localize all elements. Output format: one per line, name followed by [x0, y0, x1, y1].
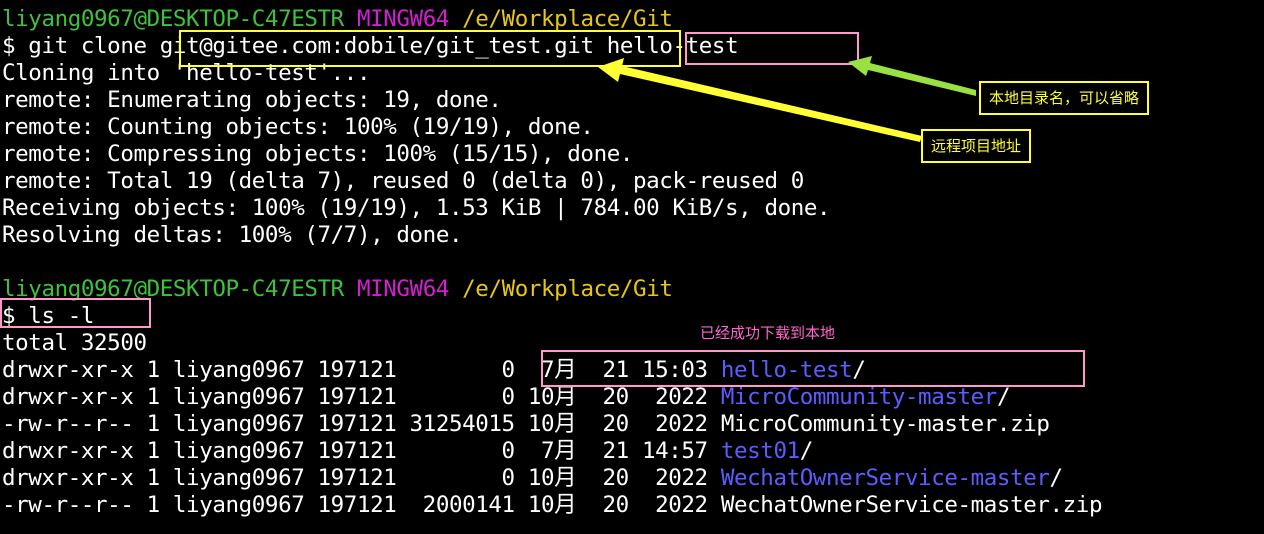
- listing-row: -rw-r--r-- 1 liyang0967 197121 2000141 1…: [2, 492, 1264, 519]
- command-line: $ ls -l: [2, 303, 95, 329]
- listing-name: WechatOwnerService-master: [720, 465, 1050, 491]
- prompt-path: /e/Workplace/Git: [462, 6, 673, 32]
- listing-suffix: /: [996, 384, 1011, 410]
- prompt-env: MINGW64: [356, 276, 449, 302]
- listing-meta: drwxr-xr-x 1 liyang0967 197121 0 10月 20 …: [2, 465, 721, 491]
- download-success-note: 已经成功下载到本地: [700, 324, 836, 342]
- output-line: Resolving deltas: 100% (7/7), done.: [2, 222, 463, 248]
- listing-meta: -rw-r--r-- 1 liyang0967 197121 31254015 …: [2, 411, 721, 437]
- prompt-line: liyang0967@DESKTOP-C47ESTR MINGW64 /e/Wo…: [2, 276, 1264, 303]
- listing-name: WechatOwnerService-master.zip: [720, 492, 1103, 518]
- output-line: remote: Total 19 (delta 7), reused 0 (de…: [2, 168, 804, 194]
- listing-row: drwxr-xr-x 1 liyang0967 197121 0 10月 20 …: [2, 465, 1264, 492]
- listing-meta: drwxr-xr-x 1 liyang0967 197121 0 7月 21 1…: [2, 438, 721, 464]
- listing-row: -rw-r--r-- 1 liyang0967 197121 31254015 …: [2, 411, 1264, 438]
- listing-meta: -rw-r--r-- 1 liyang0967 197121 2000141 1…: [2, 492, 721, 518]
- listing-row: drwxr-xr-x 1 liyang0967 197121 0 7月 21 1…: [2, 438, 1264, 465]
- prompt-line: liyang0967@DESKTOP-C47ESTR MINGW64 /e/Wo…: [2, 6, 1264, 33]
- prompt-user-host: liyang0967@DESKTOP-C47ESTR: [2, 6, 344, 32]
- hello-test-row-highlight-box: [541, 350, 1085, 387]
- output-line: remote: Compressing objects: 100% (15/15…: [2, 141, 634, 167]
- listing-suffix: /: [799, 438, 814, 464]
- repo-url-highlight-box: [179, 30, 681, 67]
- local-dir-callout: 本地目录名，可以省略: [979, 81, 1150, 115]
- listing-name: test01: [720, 438, 800, 464]
- target-dir-highlight-box: [685, 32, 859, 65]
- remote-addr-callout: 远程项目地址: [921, 129, 1032, 163]
- listing-row: drwxr-xr-x 1 liyang0967 197121 0 10月 20 …: [2, 384, 1264, 411]
- output-line: remote: Counting objects: 100% (19/19), …: [2, 114, 594, 140]
- listing-name: MicroCommunity-master: [720, 384, 997, 410]
- listing-name: MicroCommunity-master.zip: [720, 411, 1050, 437]
- output-line: Receiving objects: 100% (19/19), 1.53 Ki…: [2, 195, 831, 221]
- prompt-path: /e/Workplace/Git: [462, 276, 673, 302]
- ls-command-highlight-box: [0, 298, 151, 328]
- listing-meta: drwxr-xr-x 1 liyang0967 197121 0 10月 20 …: [2, 384, 721, 410]
- command-prefix: $ git clone: [2, 33, 160, 59]
- prompt-env: MINGW64: [356, 6, 449, 32]
- listing-suffix: /: [1049, 465, 1064, 491]
